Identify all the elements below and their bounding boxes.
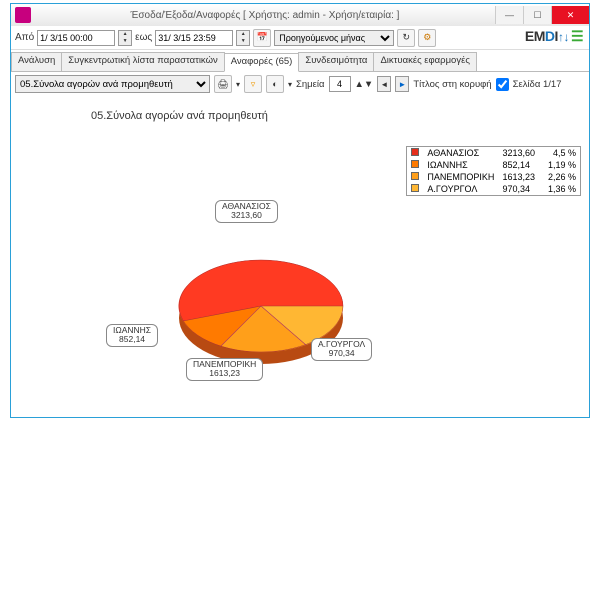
from-date-input[interactable] <box>37 30 115 46</box>
page-label: Σελίδα 1/17 <box>513 79 562 90</box>
from-date-spinner[interactable]: ▲▼ <box>118 30 132 46</box>
dropdown-arrow-icon[interactable]: ▾ <box>236 80 240 89</box>
points-spinner[interactable]: ▲▼ <box>355 79 374 90</box>
legend-value: 970,34 <box>498 183 539 195</box>
legend-swatch-icon <box>411 184 419 192</box>
legend-name: Α.ΓΟΥΡΓΟΛ <box>423 183 498 195</box>
to-date-spinner[interactable]: ▲▼ <box>236 30 250 46</box>
tab-network-apps[interactable]: Δικτυακές εφαρμογές <box>373 52 476 71</box>
calendar-icon[interactable]: 📅 <box>253 29 271 47</box>
legend-swatch-icon <box>411 172 419 180</box>
legend-pct: 4,5 % <box>539 147 580 159</box>
dropdown-arrow-icon-2[interactable]: ▾ <box>288 80 292 89</box>
brand-logo: EMDI↑↓☰ <box>525 28 583 45</box>
legend-pct: 1,36 % <box>539 183 580 195</box>
title-top-checkbox[interactable] <box>496 78 509 91</box>
chart-type-icon[interactable]: ◐ <box>266 75 284 93</box>
legend-value: 852,14 <box>498 159 539 171</box>
legend-row: ΠΑΝΕΜΠΟΡΙΚΗ 1613,23 2,26 % <box>407 171 580 183</box>
tab-connectivity[interactable]: Συνδεσιμότητα <box>298 52 374 71</box>
legend-row: ΑΘΑΝΑΣΙΟΣ 3213,60 4,5 % <box>407 147 580 159</box>
prev-button[interactable]: ◄ <box>377 76 391 92</box>
points-input[interactable] <box>329 76 351 92</box>
chart-area: 05.Σύνολα αγορών ανά προμηθευτή ΑΘΑΝΑΣΙΟ… <box>11 96 589 416</box>
action-icon[interactable]: ⚙ <box>418 29 436 47</box>
legend-row: Α.ΓΟΥΡΓΟΛ 970,34 1,36 % <box>407 183 580 195</box>
legend-pct: 1,19 % <box>539 159 580 171</box>
tab-bar: Ανάλυση Συγκεντρωτική λίστα παραστατικών… <box>11 52 589 72</box>
app-icon <box>15 7 31 23</box>
to-label: εως <box>135 32 152 43</box>
minimize-button[interactable]: — <box>495 6 523 24</box>
legend-name: ΙΩΑΝΝΗΣ <box>423 159 498 171</box>
points-label: Σημεία <box>296 79 324 90</box>
legend-pct: 2,26 % <box>539 171 580 183</box>
tab-summary-list[interactable]: Συγκεντρωτική λίστα παραστατικών <box>61 52 224 71</box>
legend-name: ΑΘΑΝΑΣΙΟΣ <box>423 147 498 159</box>
print-icon[interactable]: 🖨 <box>214 75 232 93</box>
slice-label: Α.ΓΟΥΡΓΟΛ970,34 <box>311 338 372 361</box>
legend-row: ΙΩΑΝΝΗΣ 852,14 1,19 % <box>407 159 580 171</box>
maximize-button[interactable]: ☐ <box>523 6 551 24</box>
legend-value: 1613,23 <box>498 171 539 183</box>
slice-label: ΠΑΝΕΜΠΟΡΙΚΗ1613,23 <box>186 358 263 381</box>
legend-swatch-icon <box>411 148 419 156</box>
tab-reports[interactable]: Αναφορές (65) <box>224 53 300 72</box>
tab-analysis[interactable]: Ανάλυση <box>11 52 62 71</box>
next-button[interactable]: ► <box>395 76 409 92</box>
chart-title: 05.Σύνολα αγορών ανά προμηθευτή <box>91 110 268 122</box>
date-toolbar: Από ▲▼ εως ▲▼ 📅 Προηγούμενος μήνας ↻ ⚙ <box>11 26 589 50</box>
slice-label: ΙΩΑΝΝΗΣ852,14 <box>106 324 158 347</box>
report-select[interactable]: 05.Σύνολα αγορών ανά προμηθευτή <box>15 75 210 93</box>
from-label: Από <box>15 32 34 43</box>
legend-swatch-icon <box>411 160 419 168</box>
legend-value: 3213,60 <box>498 147 539 159</box>
app-window: Έσοδα/Έξοδα/Αναφορές [ Χρήστης: admin - … <box>10 3 590 418</box>
titlebar: Έσοδα/Έξοδα/Αναφορές [ Χρήστης: admin - … <box>11 4 589 26</box>
legend-name: ΠΑΝΕΜΠΟΡΙΚΗ <box>423 171 498 183</box>
refresh-icon[interactable]: ↻ <box>397 29 415 47</box>
close-button[interactable]: ✕ <box>551 6 589 24</box>
title-top-label: Τίτλος στη κορυφή <box>413 79 491 90</box>
chart-legend: ΑΘΑΝΑΣΙΟΣ 3213,60 4,5 % ΙΩΑΝΝΗΣ 852,14 1… <box>406 146 581 196</box>
report-toolbar: 05.Σύνολα αγορών ανά προμηθευτή 🖨 ▾ ▿ ◐ … <box>11 72 589 96</box>
to-date-input[interactable] <box>155 30 233 46</box>
slice-label: ΑΘΑΝΑΣΙΟΣ3213,60 <box>215 200 278 223</box>
window-title: Έσοδα/Έξοδα/Αναφορές [ Χρήστης: admin - … <box>35 10 495 21</box>
filter-icon[interactable]: ▿ <box>244 75 262 93</box>
period-select[interactable]: Προηγούμενος μήνας <box>274 30 394 46</box>
